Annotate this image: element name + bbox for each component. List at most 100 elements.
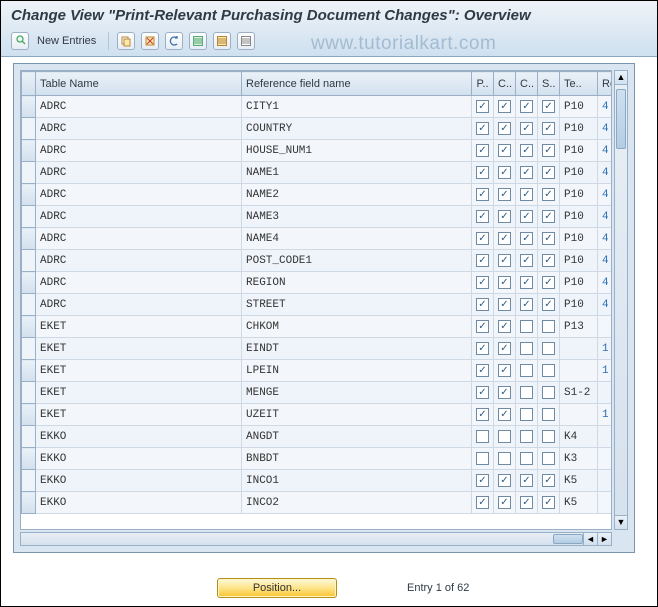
- cell-ref-field[interactable]: LPEIN: [242, 360, 472, 382]
- checkbox[interactable]: [498, 496, 511, 509]
- row-selector[interactable]: [22, 250, 36, 272]
- cell-s[interactable]: [538, 470, 560, 492]
- row-selector[interactable]: [22, 228, 36, 250]
- col-c2[interactable]: C..: [516, 72, 538, 96]
- cell-c2[interactable]: [516, 118, 538, 140]
- cell-table-name[interactable]: ADRC: [36, 272, 242, 294]
- cell-ref-field[interactable]: NAME4: [242, 228, 472, 250]
- row-selector[interactable]: [22, 448, 36, 470]
- cell-te[interactable]: P10: [560, 294, 598, 316]
- cell-table-name[interactable]: ADRC: [36, 118, 242, 140]
- cell-p[interactable]: [472, 250, 494, 272]
- cell-c2[interactable]: [516, 250, 538, 272]
- data-grid[interactable]: Table Name Reference field name P.. C.. …: [20, 70, 612, 530]
- cell-s[interactable]: [538, 338, 560, 360]
- cell-c1[interactable]: [494, 118, 516, 140]
- cell-p[interactable]: [472, 140, 494, 162]
- cell-c1[interactable]: [494, 272, 516, 294]
- table-row[interactable]: ADRCPOST_CODE1P104: [22, 250, 613, 272]
- table-row[interactable]: ADRCNAME2P104: [22, 184, 613, 206]
- row-selector[interactable]: [22, 426, 36, 448]
- row-selector[interactable]: [22, 96, 36, 118]
- table-row[interactable]: EKKOANGDTK4: [22, 426, 613, 448]
- checkbox[interactable]: [476, 144, 489, 157]
- row-selector[interactable]: [22, 184, 36, 206]
- checkbox[interactable]: [520, 452, 533, 465]
- cell-ref-field[interactable]: COUNTRY: [242, 118, 472, 140]
- table-row[interactable]: EKETCHKOMP13: [22, 316, 613, 338]
- table-row[interactable]: EKKOINCO1K5: [22, 470, 613, 492]
- cell-ro[interactable]: 4: [598, 96, 613, 118]
- checkbox[interactable]: [476, 342, 489, 355]
- cell-s[interactable]: [538, 316, 560, 338]
- checkbox[interactable]: [476, 320, 489, 333]
- checkbox[interactable]: [542, 320, 555, 333]
- cell-te[interactable]: P10: [560, 118, 598, 140]
- cell-c1[interactable]: [494, 96, 516, 118]
- cell-s[interactable]: [538, 162, 560, 184]
- table-row[interactable]: ADRCNAME3P104: [22, 206, 613, 228]
- cell-table-name[interactable]: EKET: [36, 316, 242, 338]
- cell-ro[interactable]: [598, 426, 613, 448]
- scroll-thumb-h[interactable]: [553, 534, 583, 544]
- cell-ref-field[interactable]: POST_CODE1: [242, 250, 472, 272]
- cell-ro[interactable]: [598, 382, 613, 404]
- cell-s[interactable]: [538, 492, 560, 514]
- cell-c2[interactable]: [516, 382, 538, 404]
- cell-ref-field[interactable]: INCO1: [242, 470, 472, 492]
- cell-c2[interactable]: [516, 206, 538, 228]
- cell-p[interactable]: [472, 360, 494, 382]
- cell-ro[interactable]: 4: [598, 206, 613, 228]
- cell-te[interactable]: P10: [560, 96, 598, 118]
- checkbox[interactable]: [520, 232, 533, 245]
- cell-c2[interactable]: [516, 140, 538, 162]
- checkbox[interactable]: [520, 100, 533, 113]
- checkbox[interactable]: [520, 166, 533, 179]
- checkbox[interactable]: [498, 408, 511, 421]
- checkbox[interactable]: [476, 452, 489, 465]
- cell-s[interactable]: [538, 96, 560, 118]
- cell-p[interactable]: [472, 426, 494, 448]
- col-p[interactable]: P..: [472, 72, 494, 96]
- cell-ro[interactable]: [598, 470, 613, 492]
- cell-ref-field[interactable]: REGION: [242, 272, 472, 294]
- cell-table-name[interactable]: EKET: [36, 382, 242, 404]
- checkbox[interactable]: [498, 254, 511, 267]
- checkbox[interactable]: [520, 408, 533, 421]
- cell-ro[interactable]: 1: [598, 404, 613, 426]
- cell-s[interactable]: [538, 250, 560, 272]
- table-row[interactable]: ADRCCOUNTRYP104: [22, 118, 613, 140]
- col-c1[interactable]: C..: [494, 72, 516, 96]
- cell-ro[interactable]: [598, 492, 613, 514]
- cell-c1[interactable]: [494, 316, 516, 338]
- cell-table-name[interactable]: EKET: [36, 338, 242, 360]
- cell-ro[interactable]: 4: [598, 294, 613, 316]
- checkbox[interactable]: [498, 166, 511, 179]
- cell-p[interactable]: [472, 96, 494, 118]
- table-row[interactable]: EKETEINDT1: [22, 338, 613, 360]
- cell-p[interactable]: [472, 206, 494, 228]
- row-selector[interactable]: [22, 492, 36, 514]
- cell-c2[interactable]: [516, 272, 538, 294]
- row-selector[interactable]: [22, 360, 36, 382]
- cell-ro[interactable]: 4: [598, 184, 613, 206]
- cell-te[interactable]: P10: [560, 184, 598, 206]
- checkbox[interactable]: [476, 430, 489, 443]
- cell-table-name[interactable]: EKKO: [36, 492, 242, 514]
- checkbox[interactable]: [476, 210, 489, 223]
- checkbox[interactable]: [520, 496, 533, 509]
- checkbox[interactable]: [542, 342, 555, 355]
- scroll-up-icon[interactable]: ▲: [615, 71, 627, 85]
- col-s[interactable]: S..: [538, 72, 560, 96]
- cell-p[interactable]: [472, 162, 494, 184]
- checkbox[interactable]: [520, 320, 533, 333]
- checkbox[interactable]: [542, 254, 555, 267]
- checkbox[interactable]: [542, 474, 555, 487]
- cell-c1[interactable]: [494, 426, 516, 448]
- row-select-all-header[interactable]: [22, 72, 36, 96]
- checkbox[interactable]: [520, 386, 533, 399]
- cell-c1[interactable]: [494, 140, 516, 162]
- checkbox[interactable]: [498, 276, 511, 289]
- row-selector[interactable]: [22, 382, 36, 404]
- table-row[interactable]: ADRCHOUSE_NUM1P104: [22, 140, 613, 162]
